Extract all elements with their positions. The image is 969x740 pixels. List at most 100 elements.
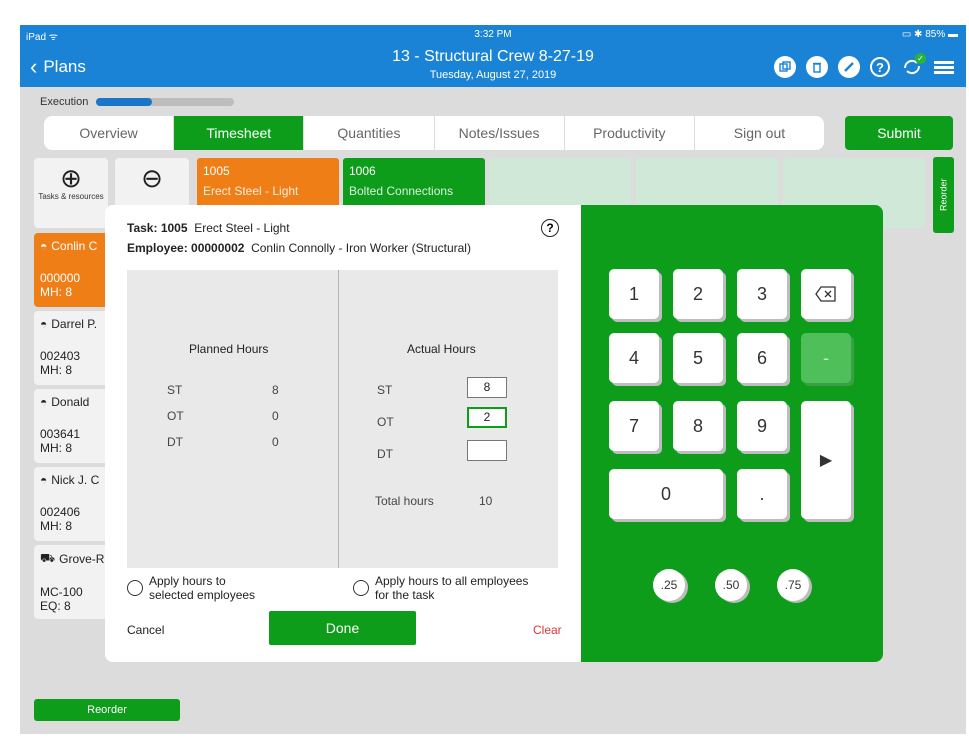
- employee-mh: MH: 8: [40, 363, 73, 377]
- employee-name: Donald: [51, 395, 90, 409]
- tab-notes-issues[interactable]: Notes/Issues: [435, 116, 565, 150]
- add-tasks-resources-button[interactable]: ⊕ Tasks & resources: [34, 158, 108, 228]
- execution-bar-fill: [96, 98, 152, 106]
- key-7[interactable]: 7: [609, 401, 659, 451]
- help-icon[interactable]: ?: [870, 57, 890, 77]
- edit-icon[interactable]: [838, 56, 860, 78]
- submit-button[interactable]: Submit: [845, 116, 953, 150]
- key-0[interactable]: 0: [609, 469, 723, 519]
- menu-icon[interactable]: [934, 59, 954, 76]
- play-arrow-icon: ▶: [819, 452, 833, 469]
- hardhat-icon: ◓: [40, 473, 48, 487]
- clear-button[interactable]: Clear: [533, 623, 562, 637]
- quick-025-button[interactable]: .25: [653, 569, 685, 601]
- help-icon[interactable]: ?: [541, 219, 559, 237]
- dialog-employee-line: Employee: 00000002 Conlin Connolly - Iro…: [127, 241, 471, 255]
- reorder-resources-button[interactable]: Reorder: [34, 699, 180, 721]
- status-time: 3:32 PM: [474, 29, 512, 40]
- minus-circle-icon: ⊖: [141, 163, 163, 193]
- dialog-task-line: Task: 1005 Erect Steel - Light: [127, 221, 290, 235]
- employee-name: Nick J. C: [51, 473, 100, 487]
- backspace-key[interactable]: [801, 269, 851, 319]
- quick-075-button[interactable]: .75: [777, 569, 809, 601]
- tab-timesheet[interactable]: Timesheet: [174, 116, 305, 150]
- actual-hours-title: Actual Hours: [407, 342, 476, 356]
- planned-ot-label: OT: [167, 409, 184, 423]
- equipment-name: Grove-R: [59, 552, 105, 566]
- tab-sign-out[interactable]: Sign out: [695, 116, 824, 150]
- apply-selected-radio[interactable]: Apply hours to selected employees: [127, 574, 255, 602]
- key-6[interactable]: 6: [737, 333, 787, 383]
- key-8[interactable]: 8: [673, 401, 723, 451]
- hardhat-icon: ◓: [40, 317, 48, 331]
- employee-code: 000000: [40, 271, 81, 285]
- equipment-code: MC-100: [40, 585, 83, 599]
- employee-mh: MH: 8: [40, 519, 73, 533]
- tab-productivity[interactable]: Productivity: [565, 116, 695, 150]
- key-2[interactable]: 2: [673, 269, 723, 319]
- key-4[interactable]: 4: [609, 333, 659, 383]
- hours-panel: Task: 1005 Erect Steel - Light Employee:…: [105, 205, 581, 662]
- actual-st-label: ST: [377, 383, 393, 397]
- hardhat-icon: ◓: [40, 239, 48, 253]
- actual-ot-label: OT: [377, 415, 394, 429]
- hours-entry-dialog: Task: 1005 Erect Steel - Light Employee:…: [105, 205, 883, 662]
- trash-icon[interactable]: [806, 56, 828, 78]
- toolbar-icons: ? ✓: [774, 53, 954, 79]
- hardhat-icon: ◓: [40, 395, 48, 409]
- task-name: Bolted Connections: [349, 184, 454, 198]
- planned-hours-title: Planned Hours: [189, 342, 269, 356]
- task-name: Erect Steel - Light: [203, 184, 299, 198]
- backspace-icon: [815, 286, 836, 302]
- plus-circle-icon: ⊕: [60, 163, 82, 193]
- total-hours-value: 10: [479, 494, 493, 508]
- execution-bar: [96, 98, 235, 106]
- planned-ot-value: 0: [272, 409, 279, 423]
- add-tasks-resources-label: Tasks & resources: [38, 192, 104, 201]
- actual-dt-input[interactable]: [467, 440, 507, 461]
- task-code: 1005: [203, 164, 230, 178]
- employee-code: 002406: [40, 505, 81, 519]
- total-hours-label: Total hours: [375, 494, 434, 508]
- employee-name: Conlin C: [51, 239, 98, 253]
- actual-ot-input[interactable]: 2: [467, 407, 507, 428]
- radio-circle: [127, 580, 143, 596]
- execution-progress: Execution: [40, 96, 235, 108]
- planned-dt-value: 0: [272, 435, 279, 449]
- key-decimal[interactable]: .: [737, 469, 787, 519]
- app-frame: iPad ᯤ 3:32 PM ▭ ✱ 85% ▬ ‹ Plans 13 - St…: [20, 25, 966, 734]
- next-key[interactable]: ▶: [801, 401, 851, 519]
- employee-code: 002403: [40, 349, 81, 363]
- employee-mh: MH: 8: [40, 441, 73, 455]
- employee-mh: MH: 8: [40, 285, 73, 299]
- key-9[interactable]: 9: [737, 401, 787, 451]
- quick-050-button[interactable]: .50: [715, 569, 747, 601]
- top-bar: iPad ᯤ 3:32 PM ▭ ✱ 85% ▬ ‹ Plans 13 - St…: [20, 25, 966, 87]
- key-5[interactable]: 5: [673, 333, 723, 383]
- actual-st-input[interactable]: 8: [467, 377, 507, 398]
- tab-bar: Overview Timesheet Quantities Notes/Issu…: [44, 116, 824, 150]
- key-1[interactable]: 1: [609, 269, 659, 319]
- radio-circle: [353, 580, 369, 596]
- status-battery: ▭ ✱ 85% ▬: [901, 29, 958, 40]
- tab-overview[interactable]: Overview: [44, 116, 175, 150]
- hours-table: Planned Hours Actual Hours ST 8 OT 0 DT …: [127, 270, 558, 568]
- hours-divider: [338, 270, 339, 568]
- planned-dt-label: DT: [167, 435, 183, 449]
- planned-st-value: 8: [272, 383, 279, 397]
- apply-all-radio[interactable]: Apply hours to all employees for the task: [353, 574, 528, 602]
- sync-ok-badge: ✓: [915, 53, 926, 64]
- equipment-eq: EQ: 8: [40, 599, 71, 613]
- copy-icon[interactable]: [774, 56, 796, 78]
- employee-name: Darrel P.: [51, 317, 98, 331]
- employee-code: 003641: [40, 427, 81, 441]
- tab-quantities[interactable]: Quantities: [304, 116, 435, 150]
- key-minus[interactable]: -: [801, 333, 851, 383]
- sync-icon[interactable]: ✓: [900, 53, 926, 79]
- key-3[interactable]: 3: [737, 269, 787, 319]
- done-button[interactable]: Done: [269, 611, 416, 645]
- reorder-tasks-button[interactable]: Reorder: [933, 157, 954, 233]
- cancel-button[interactable]: Cancel: [127, 623, 164, 637]
- execution-label: Execution: [40, 96, 89, 108]
- task-code: 1006: [349, 164, 376, 178]
